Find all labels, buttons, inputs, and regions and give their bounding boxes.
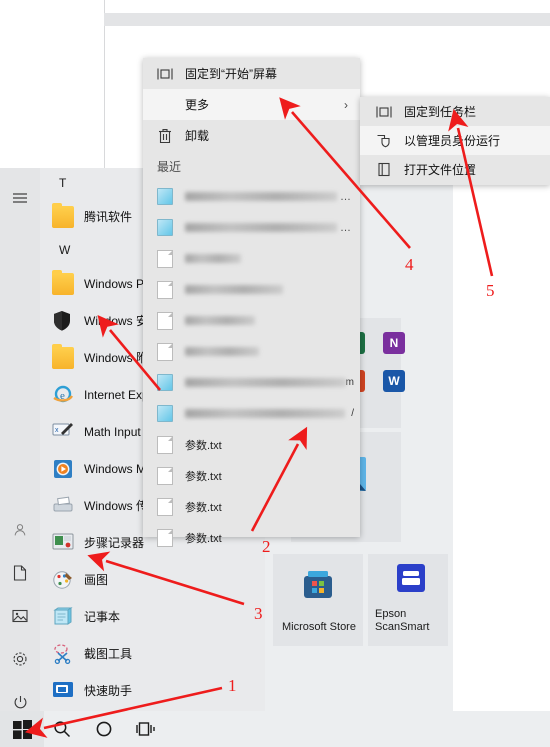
annotation-arrows bbox=[24, 97, 494, 738]
screenshot-root: T 腾讯软件 W Windows Pow Windows 安全 Windows … bbox=[0, 0, 550, 747]
